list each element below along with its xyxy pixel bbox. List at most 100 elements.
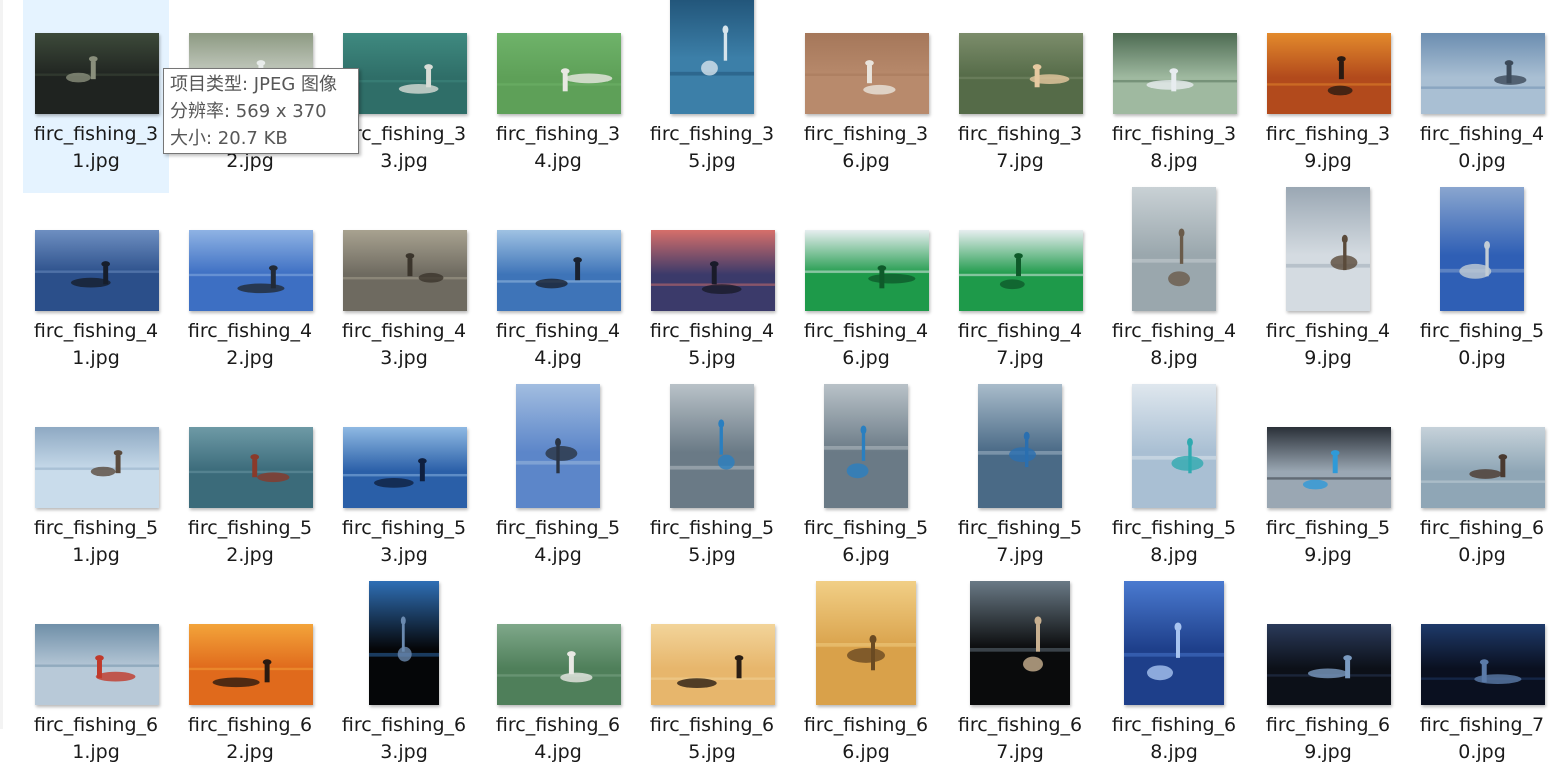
- file-item[interactable]: firc_fishing_5 3.jpg: [331, 394, 477, 587]
- file-name-line2: 9.jpg: [1304, 741, 1352, 763]
- thumbnail-image[interactable]: [516, 384, 600, 508]
- thumbnail-image[interactable]: [343, 33, 467, 114]
- thumbnail-image[interactable]: [970, 581, 1070, 705]
- file-item[interactable]: firc_fishing_6 1.jpg: [23, 591, 169, 784]
- thumbnail-image[interactable]: [1421, 33, 1545, 114]
- file-item[interactable]: firc_fishing_5 6.jpg: [793, 384, 939, 587]
- thumbnail-image[interactable]: [1124, 581, 1224, 705]
- thumbnail-image[interactable]: [816, 581, 916, 705]
- thumbnail-image[interactable]: [35, 624, 159, 705]
- file-name-line2: 9.jpg: [1304, 347, 1352, 369]
- file-name-line1: firc_fishing_3: [495, 123, 621, 145]
- file-item[interactable]: firc_fishing_5 8.jpg: [1101, 384, 1247, 587]
- file-item[interactable]: firc_fishing_6 7.jpg: [947, 581, 1093, 784]
- file-name-label: firc_fishing_3 8.jpg: [1095, 121, 1253, 175]
- file-item[interactable]: firc_fishing_5 0.jpg: [1409, 187, 1551, 390]
- file-name-label: firc_fishing_5 2.jpg: [171, 515, 329, 569]
- file-item[interactable]: firc_fishing_5 1.jpg: [23, 394, 169, 587]
- file-item[interactable]: firc_fishing_3 5.jpg: [639, 0, 785, 193]
- file-item[interactable]: firc_fishing_4 1.jpg: [23, 197, 169, 390]
- file-item[interactable]: firc_fishing_4 9.jpg: [1255, 187, 1401, 390]
- file-name-line2: 5.jpg: [688, 741, 736, 763]
- file-name-line1: firc_fishing_4: [187, 320, 313, 342]
- file-item[interactable]: firc_fishing_6 0.jpg: [1409, 394, 1551, 587]
- file-name-line2: 0.jpg: [1458, 741, 1506, 763]
- thumbnail-image[interactable]: [824, 384, 908, 508]
- thumbnail-image[interactable]: [670, 0, 754, 114]
- file-item[interactable]: firc_fishing_4 6.jpg: [793, 197, 939, 390]
- thumbnail-image[interactable]: [497, 33, 621, 114]
- thumbnail-image[interactable]: [189, 230, 313, 311]
- file-item[interactable]: firc_fishing_5 4.jpg: [485, 384, 631, 587]
- thumbnail-image[interactable]: [1113, 33, 1237, 114]
- thumbnail-image[interactable]: [1286, 187, 1370, 311]
- file-name-line1: firc_fishing_4: [33, 320, 159, 342]
- file-item[interactable]: firc_fishing_5 9.jpg: [1255, 394, 1401, 587]
- thumbnail-image[interactable]: [959, 33, 1083, 114]
- thumbnail-image[interactable]: [1421, 624, 1545, 705]
- thumbnail-image[interactable]: [805, 230, 929, 311]
- file-item[interactable]: firc_fishing_7 0.jpg: [1409, 591, 1551, 784]
- thumbnail-image[interactable]: [35, 33, 159, 114]
- file-item[interactable]: firc_fishing_4 5.jpg: [639, 197, 785, 390]
- file-item[interactable]: firc_fishing_3 7.jpg: [947, 0, 1093, 193]
- file-item[interactable]: firc_fishing_3 4.jpg: [485, 0, 631, 193]
- file-item[interactable]: firc_fishing_4 8.jpg: [1101, 187, 1247, 390]
- thumbnail-image[interactable]: [651, 624, 775, 705]
- thumbnail-image[interactable]: [670, 384, 754, 508]
- thumbnail-image[interactable]: [343, 427, 467, 508]
- file-item[interactable]: firc_fishing_3 1.jpg: [23, 0, 169, 193]
- thumbnail-image[interactable]: [1421, 427, 1545, 508]
- file-item[interactable]: firc_fishing_3 6.jpg: [793, 0, 939, 193]
- file-item[interactable]: firc_fishing_4 0.jpg: [1409, 0, 1551, 193]
- thumbnail-image[interactable]: [189, 427, 313, 508]
- thumbnail-image[interactable]: [35, 427, 159, 508]
- file-name-label: firc_fishing_5 7.jpg: [941, 515, 1099, 569]
- thumbnail-image[interactable]: [1440, 187, 1524, 311]
- thumbnail-image[interactable]: [805, 33, 929, 114]
- file-name-line1: firc_fishing_4: [495, 320, 621, 342]
- thumbnail-image[interactable]: [343, 230, 467, 311]
- file-item[interactable]: firc_fishing_4 3.jpg: [331, 197, 477, 390]
- file-name-line1: firc_fishing_3: [1265, 123, 1391, 145]
- thumbnail-image[interactable]: [1132, 384, 1216, 508]
- thumbnail-image[interactable]: [959, 230, 1083, 311]
- file-name-line2: 8.jpg: [1150, 544, 1198, 566]
- thumbnail-image[interactable]: [369, 581, 439, 705]
- file-item[interactable]: firc_fishing_6 4.jpg: [485, 591, 631, 784]
- thumbnail-image[interactable]: [1267, 33, 1391, 114]
- file-name-line1: firc_fishing_5: [495, 517, 621, 539]
- thumbnail-image[interactable]: [35, 230, 159, 311]
- file-item[interactable]: firc_fishing_6 2.jpg: [177, 591, 323, 784]
- file-item[interactable]: firc_fishing_6 8.jpg: [1101, 581, 1247, 784]
- file-name-label: firc_fishing_4 4.jpg: [479, 318, 637, 372]
- thumbnail-image[interactable]: [651, 230, 775, 311]
- file-tooltip: 项目类型: JPEG 图像 分辨率: 569 x 370 大小: 20.7 KB: [163, 68, 359, 154]
- thumbnail-image[interactable]: [1267, 624, 1391, 705]
- file-item[interactable]: firc_fishing_6 6.jpg: [793, 581, 939, 784]
- file-item[interactable]: firc_fishing_4 2.jpg: [177, 197, 323, 390]
- file-name-line2: 5.jpg: [688, 544, 736, 566]
- file-name-line1: firc_fishing_5: [1111, 517, 1237, 539]
- file-item[interactable]: firc_fishing_3 8.jpg: [1101, 0, 1247, 193]
- thumbnail-image[interactable]: [1132, 187, 1216, 311]
- thumbnail-image[interactable]: [189, 624, 313, 705]
- file-item[interactable]: firc_fishing_5 5.jpg: [639, 384, 785, 587]
- file-item[interactable]: firc_fishing_5 2.jpg: [177, 394, 323, 587]
- file-name-line2: 9.jpg: [1304, 544, 1352, 566]
- file-item[interactable]: firc_fishing_3 9.jpg: [1255, 0, 1401, 193]
- file-item[interactable]: firc_fishing_6 5.jpg: [639, 591, 785, 784]
- file-name-line2: 1.jpg: [72, 150, 120, 172]
- file-item[interactable]: firc_fishing_6 9.jpg: [1255, 591, 1401, 784]
- thumbnail-image[interactable]: [1267, 427, 1391, 508]
- thumbnail-image[interactable]: [978, 384, 1062, 508]
- file-item[interactable]: firc_fishing_5 7.jpg: [947, 384, 1093, 587]
- file-name-label: firc_fishing_4 6.jpg: [787, 318, 945, 372]
- file-item[interactable]: firc_fishing_4 4.jpg: [485, 197, 631, 390]
- thumbnail-image[interactable]: [497, 624, 621, 705]
- file-name-label: firc_fishing_4 5.jpg: [633, 318, 791, 372]
- thumbnail-image[interactable]: [497, 230, 621, 311]
- file-item[interactable]: firc_fishing_6 3.jpg: [331, 581, 477, 784]
- file-item[interactable]: firc_fishing_4 7.jpg: [947, 197, 1093, 390]
- file-name-line2: 4.jpg: [534, 150, 582, 172]
